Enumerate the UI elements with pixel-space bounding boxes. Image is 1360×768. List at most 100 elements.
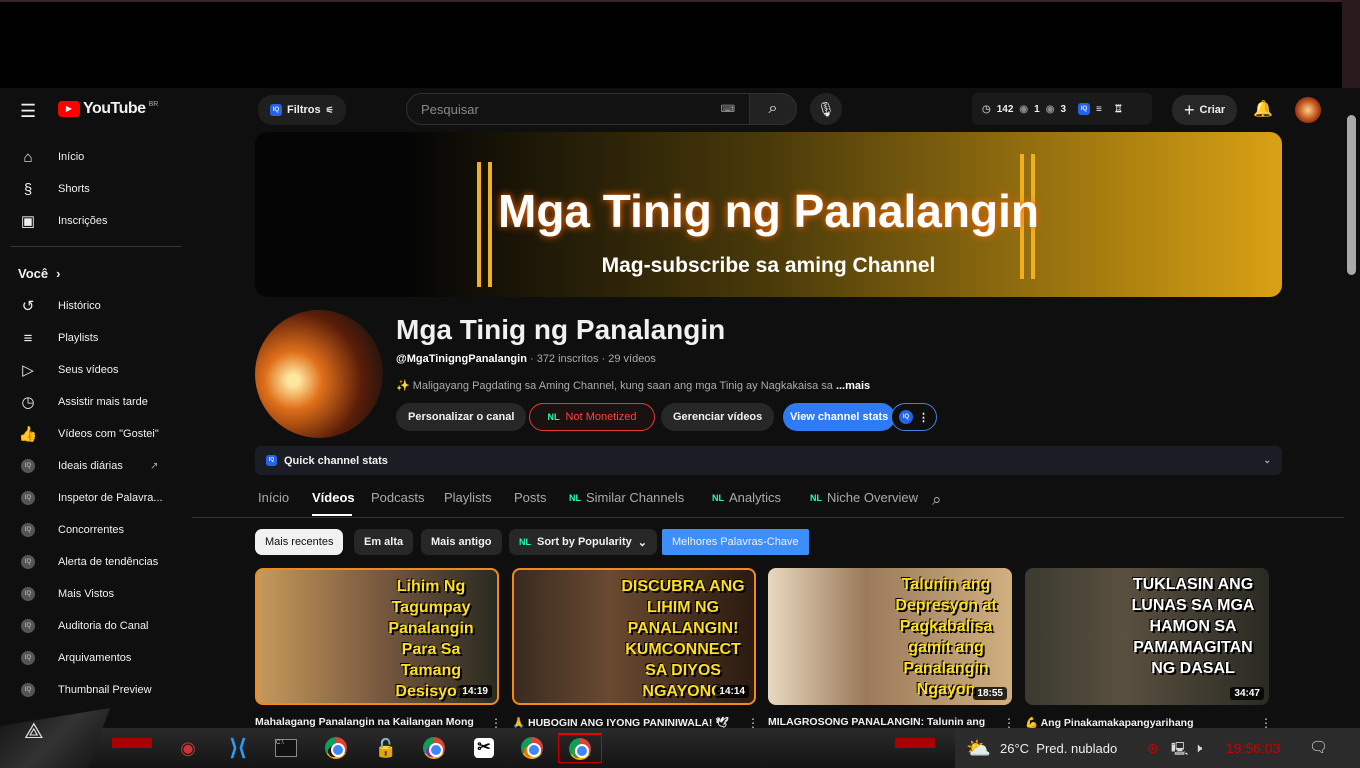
search-input[interactable]: Pesquisar ⌨ bbox=[406, 93, 750, 125]
best-keywords-button[interactable]: Melhores Palavras-Chave bbox=[662, 529, 809, 555]
label: Ideais diárias bbox=[58, 460, 123, 472]
tab-home[interactable]: Início bbox=[258, 490, 289, 505]
sidebar-item-archives[interactable]: IQ Arquivamentos bbox=[18, 646, 131, 670]
sidebar-item-most-viewed[interactable]: IQ Mais Vistos bbox=[18, 582, 114, 606]
tab-playlists[interactable]: Playlists bbox=[444, 490, 492, 505]
tab-posts[interactable]: Posts bbox=[514, 490, 547, 505]
sidebar-item-competitors[interactable]: IQ Concorrentes bbox=[18, 518, 124, 542]
channel-search-icon[interactable]: ⌕ bbox=[932, 490, 942, 510]
sidebar-item-your-videos[interactable]: ▷ Seus vídeos bbox=[18, 358, 118, 382]
banner-title: Mga Tinig ng Panalangin bbox=[498, 185, 1039, 237]
video-thumbnail[interactable]: DISCUBRA ANG LIHIM NG PANALANGIN! KUMCON… bbox=[512, 568, 756, 705]
chip-latest[interactable]: Mais recentes bbox=[255, 529, 344, 555]
label: Podcasts bbox=[371, 490, 425, 505]
chip-oldest[interactable]: Mais antigo bbox=[421, 529, 502, 555]
sidebar-item-shorts[interactable]: § Shorts bbox=[18, 177, 90, 201]
thumbnail-text: TUKLASIN ANG LUNAS SA MGA HAMON SA PAMAM… bbox=[1131, 576, 1255, 677]
weather-widget[interactable]: 26°C Pred. nublado bbox=[1000, 741, 1117, 756]
sidebar-item-subscriptions[interactable]: ▣ Inscrições bbox=[18, 209, 108, 233]
taskbar-terminal[interactable]: C:\ bbox=[264, 733, 308, 763]
video-thumbnail[interactable]: Lihim Ng Tagumpay Panalangin Para Sa Tam… bbox=[255, 568, 499, 705]
menu-icon[interactable]: ☰ bbox=[20, 101, 36, 122]
sort-by-popularity-dropdown[interactable]: NL Sort by Popularity ⌄ bbox=[509, 529, 657, 555]
notification-center-icon[interactable]: 🗨 bbox=[1309, 738, 1328, 756]
taskbar-vpn[interactable]: 🔓 bbox=[364, 733, 408, 763]
nexlev-icon: NL bbox=[547, 412, 560, 422]
label: Analytics bbox=[729, 490, 782, 505]
tab-niche-overview[interactable]: NL Niche Overview bbox=[810, 490, 918, 505]
filters-label: Filtros bbox=[287, 104, 321, 116]
label: Você bbox=[18, 265, 49, 281]
label: Mais recentes bbox=[265, 536, 334, 548]
create-button[interactable]: + Criar bbox=[1172, 95, 1238, 125]
sidebar-item-thumbnail-preview[interactable]: IQ Thumbnail Preview bbox=[18, 678, 152, 702]
network-icon[interactable]: 🖳 bbox=[1171, 740, 1188, 762]
tab-videos[interactable]: Vídeos bbox=[312, 490, 355, 505]
profile-badge: V bbox=[524, 746, 535, 757]
thumbs-up-icon: 👍 bbox=[18, 426, 38, 443]
keyboard-icon[interactable]: ⌨ bbox=[721, 104, 735, 115]
quick-channel-stats[interactable]: IQ Quick channel stats ⌄ bbox=[255, 446, 1282, 475]
sidebar-item-watch-later[interactable]: ◷ Assistir mais tarde bbox=[18, 390, 147, 414]
armoury-tray-icon[interactable]: ⊛ bbox=[1147, 740, 1159, 757]
taskbar-chrome[interactable] bbox=[314, 733, 358, 763]
sidebar-item-channel-audit[interactable]: IQ Auditoria do Canal bbox=[18, 614, 149, 638]
search-button[interactable]: ⌕ bbox=[749, 93, 797, 125]
tab-analytics[interactable]: NL Analytics bbox=[712, 490, 781, 505]
chip-popular[interactable]: Em alta bbox=[354, 529, 414, 555]
avatar[interactable] bbox=[1295, 97, 1321, 123]
sidebar-item-keyword-inspector[interactable]: IQ Inspetor de Palavra... bbox=[18, 486, 163, 510]
vidiq-icon: IQ bbox=[21, 651, 35, 665]
manage-videos-button[interactable]: Gerenciar vídeos bbox=[661, 403, 775, 431]
taskbar-chrome-s[interactable]: S bbox=[412, 733, 456, 763]
label: Thumbnail Preview bbox=[58, 684, 152, 696]
play-icon: ▶ bbox=[58, 101, 80, 117]
sidebar-item-daily-ideas[interactable]: IQ Ideais diárias ↗ bbox=[18, 454, 158, 478]
list-icon[interactable]: ≡ bbox=[1096, 104, 1102, 115]
scrollbar[interactable] bbox=[1347, 115, 1356, 275]
sidebar-item-trend-alerts[interactable]: IQ Alerta de tendências bbox=[18, 550, 158, 574]
filters-button[interactable]: IQ Filtros ⚟ bbox=[258, 95, 346, 125]
video-thumbnail[interactable]: Talunin ang Depresyon at Pagkabalisa gam… bbox=[768, 568, 1012, 705]
taskbar-chrome-a-active[interactable]: A bbox=[558, 733, 602, 763]
sidebar-you[interactable]: Você › bbox=[18, 261, 60, 285]
youtube-logo[interactable]: ▶ YouTube BR bbox=[58, 100, 158, 118]
vidiq-menu-button[interactable]: IQ ⋮ bbox=[891, 403, 937, 431]
taskbar-capcut[interactable]: ✂ bbox=[462, 733, 506, 763]
taskbar-decoration bbox=[112, 738, 152, 748]
customize-channel-button[interactable]: Personalizar o canal bbox=[396, 403, 527, 431]
vidiq-icon: IQ bbox=[21, 587, 35, 601]
create-label: Criar bbox=[1199, 104, 1226, 116]
sidebar-item-liked[interactable]: 👍 Vídeos com "Gostei" bbox=[18, 422, 159, 446]
volume-icon[interactable]: 🕨 bbox=[1194, 740, 1202, 756]
video-title[interactable]: MILAGROSONG PANALANGIN: Talunin ang bbox=[768, 716, 998, 728]
sidebar-item-history[interactable]: ↺ Histórico bbox=[18, 294, 101, 318]
chevron-down-icon: ⌄ bbox=[637, 536, 647, 549]
weather-condition: Pred. nublado bbox=[1036, 741, 1118, 756]
trophy-icon[interactable]: ♖ bbox=[1114, 104, 1123, 115]
not-monetized-button[interactable]: NL Not Monetized bbox=[529, 403, 655, 431]
video-thumbnail[interactable]: TUKLASIN ANG LUNAS SA MGA HAMON SA PAMAM… bbox=[1025, 568, 1269, 705]
voice-search-button[interactable]: 🎙 bbox=[810, 93, 842, 125]
video-title[interactable]: Mahalagang Panalangin na Kailangan Mong bbox=[255, 716, 485, 728]
video-duration: 34:47 bbox=[1230, 687, 1264, 700]
video-duration: 14:14 bbox=[715, 685, 749, 698]
chevron-right-icon: › bbox=[56, 265, 61, 281]
taskbar-rog-app[interactable]: ◉ bbox=[166, 733, 210, 763]
notifications-icon[interactable]: 🔔 bbox=[1253, 99, 1273, 119]
profile-badge: A bbox=[572, 746, 583, 758]
sidebar-item-playlists[interactable]: ≡ Playlists bbox=[18, 326, 99, 350]
more-link[interactable]: ...mais bbox=[836, 380, 870, 392]
channel-description[interactable]: ✨ Maligayang Pagdating sa Aming Channel,… bbox=[396, 379, 870, 392]
label: Niche Overview bbox=[827, 490, 919, 505]
clock[interactable]: 19:56:03 bbox=[1226, 740, 1281, 756]
tab-similar-channels[interactable]: NL Similar Channels bbox=[569, 490, 684, 505]
label: Início bbox=[258, 490, 290, 505]
weather-icon[interactable]: ⛅ bbox=[966, 736, 991, 761]
taskbar-chrome-v[interactable]: V bbox=[510, 733, 554, 763]
tab-podcasts[interactable]: Podcasts bbox=[371, 490, 424, 505]
taskbar-vscode[interactable]: ⟩⟨ bbox=[216, 733, 260, 763]
sidebar-item-home[interactable]: ⌂ Início bbox=[18, 145, 84, 169]
iq-icon[interactable]: IQ bbox=[1078, 103, 1091, 115]
view-channel-stats-button[interactable]: View channel stats bbox=[783, 403, 896, 431]
